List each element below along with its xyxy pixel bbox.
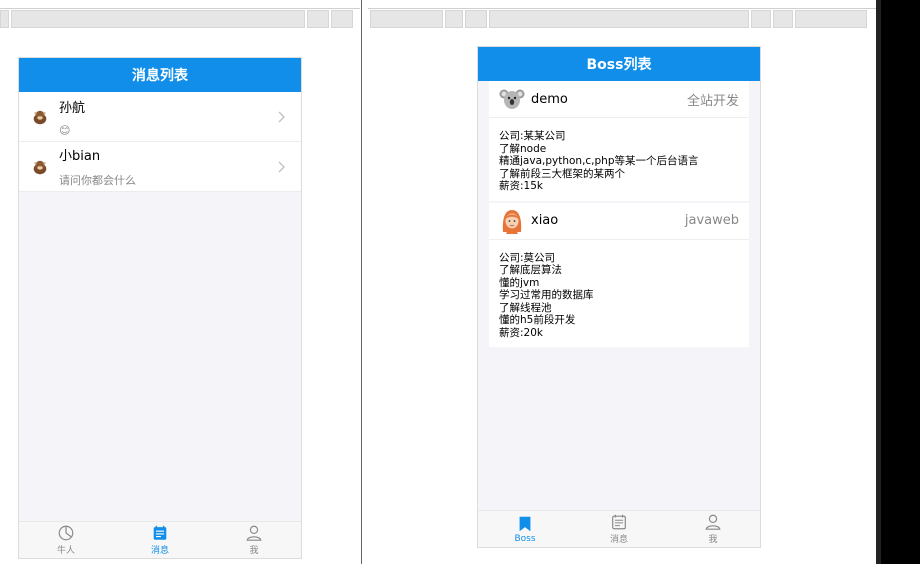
card-line: 了解线程池 <box>499 301 552 314</box>
navbar: Boss列表 <box>478 47 760 81</box>
card-line: 了解前段三大框架的某两个 <box>499 167 625 180</box>
message-preview: 请问你都会什么 <box>59 174 136 187</box>
chevron-right-icon <box>278 111 285 122</box>
tab-label: 牛人 <box>56 546 75 556</box>
message-preview: 😊 <box>59 123 71 137</box>
navbar-title: 消息列表 <box>132 68 188 84</box>
navbar-title: Boss列表 <box>586 57 652 73</box>
browser-tab[interactable] <box>0 10 9 28</box>
koala-icon <box>499 89 525 109</box>
bookmark-icon <box>519 516 531 531</box>
browser-top-edge-right <box>368 0 876 9</box>
list-item[interactable]: 孙航 😊 <box>19 92 301 142</box>
phone-messages: 消息列表 孙航 😊 小bian 请问你都会什么 牛人 消息 我 <box>18 57 302 559</box>
list-item[interactable]: 小bian 请问你都会什么 <box>19 142 301 192</box>
browser-tab[interactable] <box>773 10 793 28</box>
user-icon <box>705 514 721 530</box>
calendar-icon <box>612 514 626 530</box>
chevron-right-icon <box>278 161 285 172</box>
tab-me[interactable]: 我 <box>207 522 301 558</box>
card-line: 薪资:20k <box>499 326 543 339</box>
browser-tab[interactable] <box>795 10 867 28</box>
browser-top-edge-left <box>0 0 360 9</box>
tab-bar: 牛人 消息 我 <box>19 521 301 558</box>
cow-icon <box>33 110 47 124</box>
boss-name: xiao <box>531 213 559 228</box>
tab-boss[interactable]: Boss <box>478 511 572 547</box>
tab-me[interactable]: 我 <box>666 511 760 547</box>
tab-label: 我 <box>249 546 259 556</box>
browser-tab[interactable] <box>751 10 771 28</box>
black-side-panel <box>876 0 920 564</box>
browser-tab[interactable] <box>445 10 463 28</box>
card-body: 公司:某某公司 了解node 精通java,python,c,php等某一个后台… <box>489 118 749 201</box>
phone-boss-list: Boss列表 demo 全站开发 公司:某某公司 了解node 精通java,p… <box>477 46 761 548</box>
tab-talent[interactable]: 牛人 <box>19 522 113 558</box>
tab-messages[interactable]: 消息 <box>113 522 207 558</box>
browser-tab[interactable] <box>370 10 443 28</box>
card-line: 公司:某某公司 <box>499 130 566 142</box>
user-icon <box>246 525 262 541</box>
navbar: 消息列表 <box>19 58 301 92</box>
browser-tab[interactable] <box>331 10 353 28</box>
calendar-icon <box>153 525 167 540</box>
browser-tab[interactable] <box>11 10 305 28</box>
card-line: 薪资:15k <box>499 180 543 192</box>
tab-label: 消息 <box>150 546 169 556</box>
girl-icon <box>502 209 522 234</box>
tab-label: 消息 <box>609 535 628 545</box>
tab-bar: Boss 消息 我 <box>478 510 760 547</box>
browser-tab[interactable] <box>489 10 749 28</box>
message-sender: 孙航 <box>59 100 86 116</box>
card-header: xiao javaweb <box>489 203 749 240</box>
card-body: 公司:莫公司 了解底层算法 懂的jvm 学习过常用的数据库 了解线程池 懂的h5… <box>489 240 749 348</box>
card-line: 了解底层算法 <box>499 264 562 276</box>
boss-name: demo <box>531 91 568 107</box>
browser-tab[interactable] <box>465 10 487 28</box>
card-line: 学习过常用的数据库 <box>499 289 594 301</box>
boss-card[interactable]: demo 全站开发 公司:某某公司 了解node 精通java,python,c… <box>489 81 749 201</box>
screen: 消息列表 孙航 😊 小bian 请问你都会什么 牛人 消息 我 Boss列表 d… <box>0 0 920 564</box>
card-header: demo 全站开发 <box>489 81 749 118</box>
card-line: 懂的h5前段开发 <box>499 314 576 326</box>
card-line: 公司:莫公司 <box>499 251 556 264</box>
message-sender: 小bian <box>59 149 101 164</box>
browser-tabstrip-left <box>0 10 360 28</box>
card-line: 精通java,python,c,php等某一个后台语言 <box>499 155 699 167</box>
browser-tab[interactable] <box>307 10 329 28</box>
card-line: 了解node <box>499 142 547 155</box>
clock-icon <box>58 525 74 541</box>
tab-label: 我 <box>708 535 718 545</box>
boss-card[interactable]: xiao javaweb 公司:莫公司 了解底层算法 懂的jvm 学习过常用的数… <box>489 202 749 348</box>
cow-icon <box>33 160 47 174</box>
card-line: 懂的jvm <box>499 276 540 289</box>
browser-tabstrip-right <box>370 10 867 28</box>
tab-label: Boss <box>514 533 536 544</box>
boss-position: 全站开发 <box>686 93 739 109</box>
window-divider <box>361 0 362 564</box>
tab-messages[interactable]: 消息 <box>572 511 666 547</box>
boss-position: javaweb <box>684 213 739 228</box>
